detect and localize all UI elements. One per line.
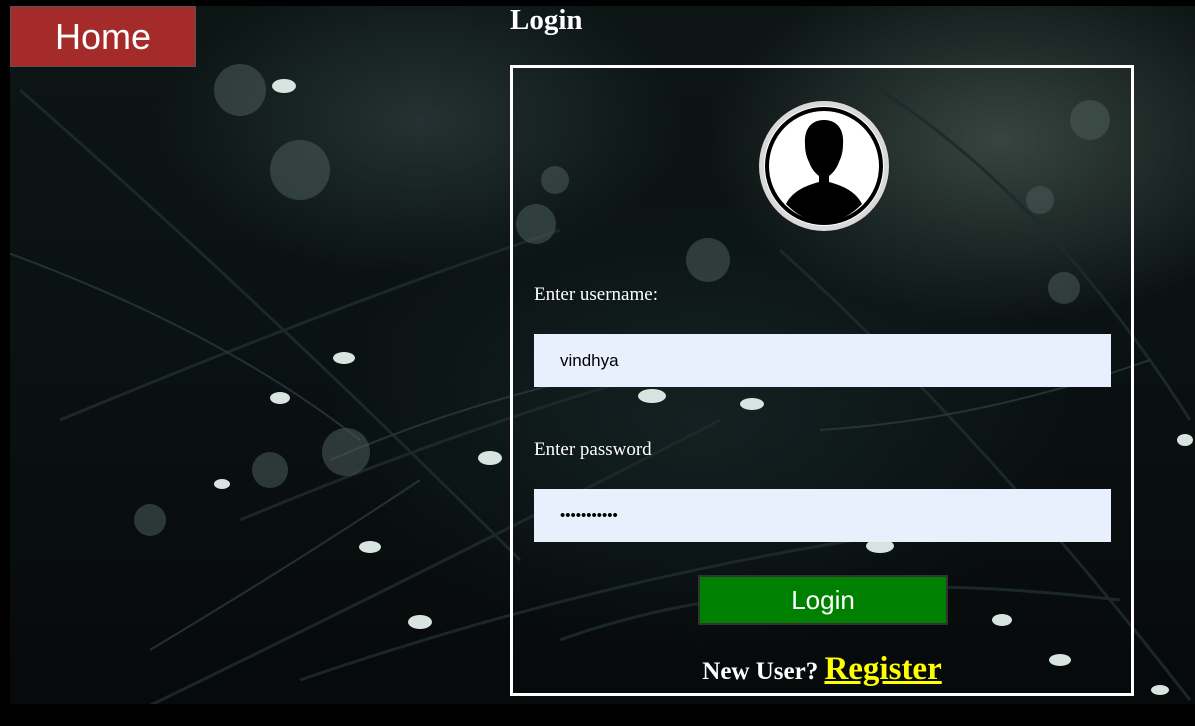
login-button[interactable]: Login: [698, 575, 948, 625]
left-border: [0, 0, 10, 726]
login-form: Enter username: vindhya Enter password •…: [510, 65, 1134, 696]
bottom-border: [0, 704, 1195, 726]
new-user-text: New User?: [702, 658, 819, 685]
password-label: Enter password: [534, 439, 652, 460]
password-value: •••••••••••: [560, 507, 618, 524]
username-input[interactable]: vindhya: [534, 334, 1111, 387]
register-link[interactable]: Register: [824, 651, 941, 687]
home-button[interactable]: Home: [10, 6, 196, 67]
username-value: vindhya: [560, 350, 619, 370]
password-input[interactable]: •••••••••••: [534, 489, 1111, 542]
avatar: [759, 101, 889, 231]
new-user-prompt: New User? Register: [513, 651, 1131, 688]
page-title: Login: [510, 4, 583, 36]
username-label: Enter username:: [534, 284, 658, 305]
user-silhouette-icon: [764, 106, 884, 226]
